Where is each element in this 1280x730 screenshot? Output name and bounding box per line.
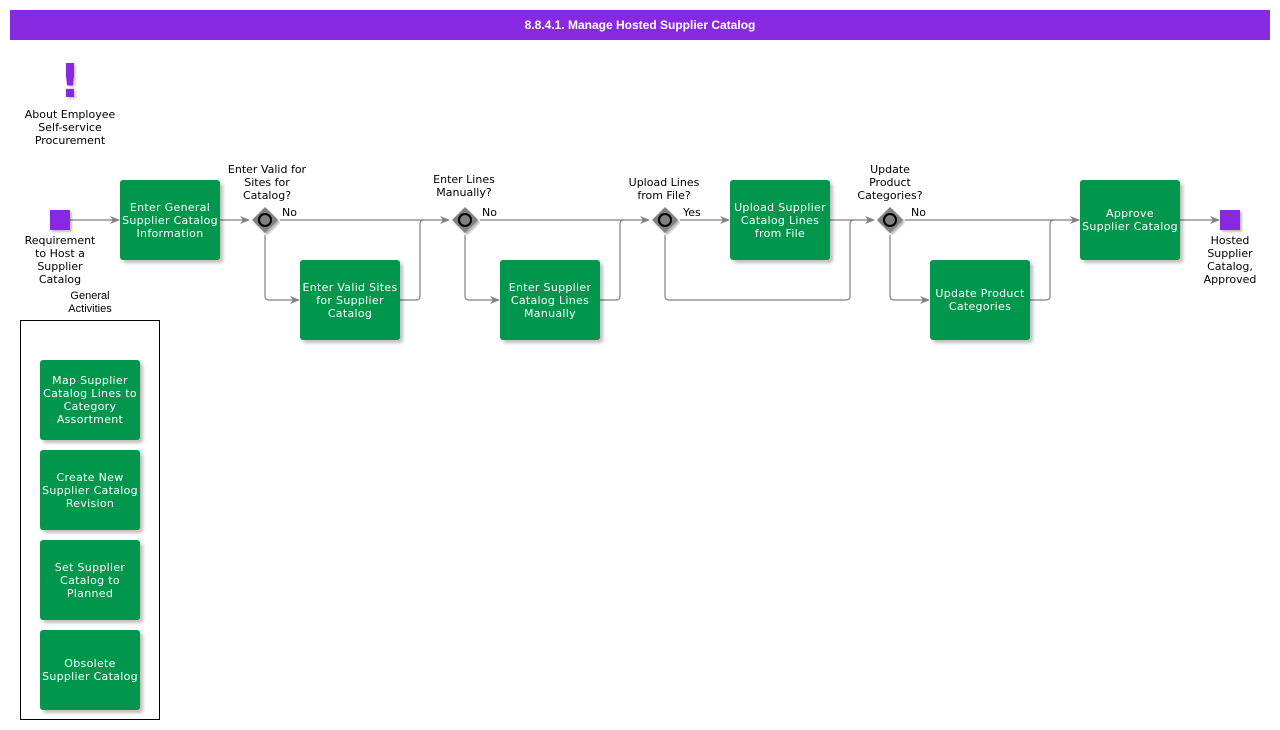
end-event-label: Hosted Supplier Catalog, Approved [1203, 234, 1257, 286]
gateway-upload-from-file[interactable] [650, 205, 680, 235]
task-approve-catalog[interactable]: Approve Supplier Catalog [1080, 180, 1180, 260]
gateway-question-update-categories: Update Product Categories? [857, 163, 923, 202]
gateway-question-upload-from-file: Upload Lines from File? [628, 176, 700, 202]
flow-update-merge [1030, 219, 1055, 301]
flow-gw4-to-update [889, 235, 930, 304]
start-event[interactable] [50, 210, 70, 230]
gateway-lines-manually[interactable] [450, 205, 480, 235]
task-update-categories[interactable]: Update Product Categories [930, 260, 1030, 340]
task-enter-general-info[interactable]: Enter General Supplier Catalog Informati… [120, 180, 220, 260]
flow-manual-merge [600, 219, 625, 301]
flow-gw1-to-valid-sites [264, 235, 300, 304]
gateway-update-categories[interactable] [875, 205, 905, 235]
branch-label-no: No [482, 206, 497, 219]
connectors-layer [70, 216, 1220, 304]
task-create-new-revision[interactable]: Create New Supplier Catalog Revision [40, 450, 140, 530]
flow-gw2-to-manual [464, 235, 500, 304]
task-set-catalog-planned[interactable]: Set Supplier Catalog to Planned [40, 540, 140, 620]
gateway-valid-sites[interactable] [250, 205, 280, 235]
end-event[interactable] [1220, 210, 1240, 230]
task-obsolete-catalog[interactable]: Obsolete Supplier Catalog [40, 630, 140, 710]
gateway-question-lines-manually: Enter Lines Manually? [433, 173, 495, 199]
task-map-catalog-lines[interactable]: Map Supplier Catalog Lines to Category A… [40, 360, 140, 440]
gateway-question-valid-sites: Enter Valid for Sites for Catalog? [227, 163, 307, 202]
task-enter-valid-sites[interactable]: Enter Valid Sites for Supplier Catalog [300, 260, 400, 340]
task-enter-lines-manually[interactable]: Enter Supplier Catalog Lines Manually [500, 260, 600, 340]
branch-label-no: No [282, 206, 297, 219]
start-event-label: Requirement to Host a Supplier Catalog [24, 234, 96, 286]
task-upload-lines[interactable]: Upload Supplier Catalog Lines from File [730, 180, 830, 260]
branch-label-no: No [911, 206, 926, 219]
branch-label-yes: Yes [683, 206, 701, 219]
general-activities-title: General Activities [68, 290, 112, 315]
flow-valid-sites-merge [400, 219, 425, 301]
